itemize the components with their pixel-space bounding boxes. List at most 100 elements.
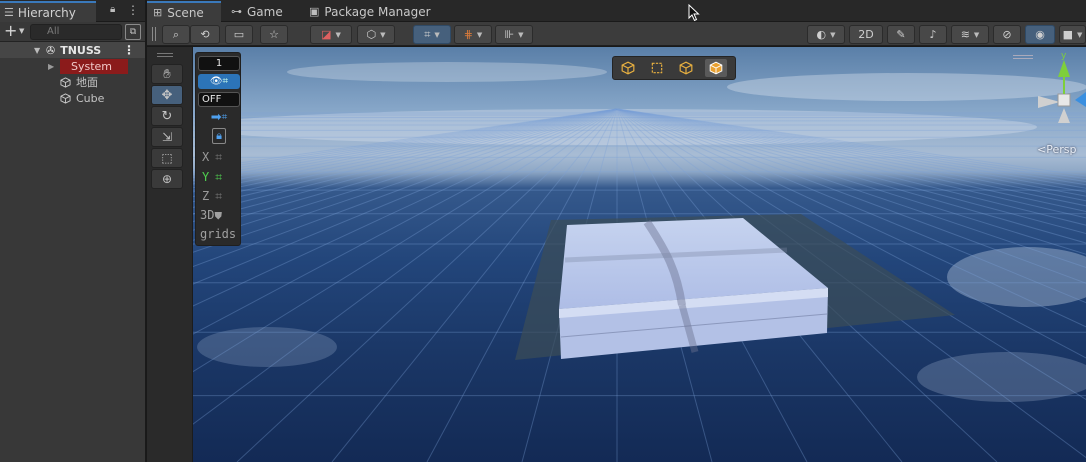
cube-icon: [679, 61, 693, 75]
grid-lock-button[interactable]: 🔒︎: [198, 127, 240, 144]
video-camera-icon: ■: [1062, 28, 1073, 41]
view-tool-button[interactable]: ⌕: [162, 25, 190, 44]
hierarchy-item-label: Cube: [76, 91, 105, 105]
lighting-toggle-button[interactable]: ✎: [887, 25, 915, 44]
wire-cube-button[interactable]: [675, 59, 697, 77]
tab-package-manager[interactable]: ▣ Package Manager: [303, 1, 443, 22]
more-options-icon[interactable]: ⋮: [127, 3, 139, 17]
cube-solid-icon: [709, 61, 723, 75]
audio-toggle-button[interactable]: ♪: [919, 25, 947, 44]
orbit-tool-button[interactable]: ⟲: [190, 25, 220, 44]
cube-icon: [621, 61, 635, 75]
solid-cube-button[interactable]: [705, 59, 727, 77]
hierarchy-tab-bar: ☰ Hierarchy 🔒︎ ⋮: [0, 0, 145, 22]
chevron-down-icon: ▼: [830, 30, 836, 39]
grid-3d-label[interactable]: 3D⛊: [200, 208, 222, 222]
hidden-objects-button[interactable]: ⊘: [993, 25, 1021, 44]
chevron-down-icon: ▼: [973, 30, 980, 39]
rect-select-icon: [651, 62, 663, 74]
axis-z-row[interactable]: Z ⌗: [202, 188, 240, 204]
hierarchy-item-cube[interactable]: Cube: [0, 90, 145, 106]
hierarchy-toolbar: + ▼ ⌕ All ⧉: [0, 22, 145, 42]
move-tool-button[interactable]: ✥: [151, 85, 183, 105]
snap-toggle[interactable]: OFF: [198, 92, 240, 107]
push-to-grid-button[interactable]: ➡ ⌗: [198, 110, 240, 125]
snap-increment-field[interactable]: 1: [198, 56, 240, 71]
grid-icon: ⌗: [215, 188, 222, 203]
scene-root-row[interactable]: ▼ ✇ TNUSS ⋮: [0, 42, 145, 58]
hand-tool-button[interactable]: ✋︎: [151, 64, 183, 84]
rect-view-button[interactable]: [646, 59, 668, 77]
chevron-down-icon: ▼: [434, 30, 440, 39]
scene-viewport[interactable]: y ✋︎ ✥ ↻ ⇲ ⬚ ⊕ 1 👁︎ ⌗ OFF ➡ ⌗ 🔒︎ X ⌗ Y ⌗…: [147, 47, 1086, 462]
chevron-down-icon: ▼: [476, 30, 483, 39]
grid-snap-button[interactable]: ⌗ ▼: [413, 25, 451, 44]
shading-mode-button[interactable]: ◐ ▼: [807, 25, 845, 44]
search-input[interactable]: All: [30, 24, 122, 40]
hierarchy-item-label: System: [60, 58, 128, 74]
snap-increment-button[interactable]: ⋕ ▼: [454, 25, 492, 44]
toolbar-grip[interactable]: [152, 27, 156, 41]
ruler-button[interactable]: ⊪ ▼: [495, 25, 533, 44]
rect-icon: ⬚: [161, 151, 173, 165]
gizmo-grip[interactable]: [1013, 55, 1033, 59]
audio-mute-icon: ♪: [929, 28, 937, 41]
tab-game[interactable]: ⊶ Game: [225, 1, 301, 22]
chevron-down-icon[interactable]: ▼: [19, 27, 24, 35]
tab-hierarchy[interactable]: ☰ Hierarchy: [0, 1, 96, 22]
effects-button[interactable]: ≋ ▼: [951, 25, 989, 44]
mouse-cursor-icon: [688, 4, 700, 22]
camera-settings-button[interactable]: ■ ▼: [1059, 25, 1086, 44]
axis-x-row[interactable]: X ⌗: [202, 149, 240, 165]
transform-tool-button[interactable]: ⊕: [151, 169, 183, 189]
scene-world: y: [147, 51, 1086, 462]
scene-visibility-icon[interactable]: ⧉: [125, 24, 141, 40]
ruler-icon: ⊪: [504, 28, 515, 41]
favorite-button[interactable]: ☆: [260, 25, 288, 44]
camera-icon: ▭: [233, 28, 245, 41]
projection-label[interactable]: <Persp: [1037, 143, 1076, 156]
arrow-right-icon: ➡: [210, 110, 222, 125]
move-arrows-icon: ✥: [161, 87, 173, 103]
expand-arrow-icon[interactable]: ▼: [34, 46, 46, 55]
lightbulb-icon: ✎: [896, 28, 906, 41]
tab-scene-label: Scene: [167, 5, 204, 20]
tab-package-manager-label: Package Manager: [324, 4, 431, 19]
pivot-button[interactable]: ⬡ ▼: [357, 25, 395, 44]
grid-icon: ⌗: [221, 112, 228, 123]
axis-y-row[interactable]: Y ⌗: [202, 169, 240, 185]
scene-toolbar: ⌕ ⟲ ▭ ☆ ◪ ▼ ⬡ ▼ ⌗ ▼ ⋕ ▼ ⊪ ▼ ◐ ▼ 2D ✎ ♪ ≋ ▼ ⊘ ◉ …: [147, 22, 1086, 46]
perspective-icon: <: [1037, 143, 1047, 156]
tab-scene[interactable]: ⊞ Scene: [147, 1, 221, 22]
shading-sphere-icon: ◐: [816, 28, 827, 41]
orbit-icon: ⟲: [200, 28, 210, 41]
scale-tool-button[interactable]: ⇲: [151, 127, 183, 147]
grid-visibility-toggle[interactable]: 👁︎ ⌗: [198, 74, 240, 89]
axis-x-label: X: [202, 150, 210, 164]
visibility-toggle-button[interactable]: ◉: [1025, 25, 1055, 44]
view-options-overlay: [612, 56, 736, 80]
cube-view-button[interactable]: [617, 59, 639, 77]
tool-handle-button[interactable]: ◪ ▼: [310, 25, 352, 44]
collapse-arrow-icon[interactable]: ▶: [48, 62, 60, 71]
package-icon: ▣: [309, 5, 320, 18]
more-options-icon[interactable]: ⋮: [123, 43, 135, 57]
lock-icon: 🔒︎: [212, 127, 226, 144]
camera-button[interactable]: ▭: [225, 25, 253, 44]
mode-2d-button[interactable]: 2D: [849, 25, 883, 44]
search-icon: ⌕: [172, 27, 180, 41]
gameobject-icon: [60, 92, 71, 104]
hierarchy-item-ground[interactable]: 地面: [0, 74, 145, 90]
transform-handle-icon: ◪: [321, 28, 332, 41]
axis-y-label: Y: [202, 170, 210, 184]
hierarchy-item-label: 地面: [76, 76, 98, 89]
overlay-grip[interactable]: [157, 53, 173, 57]
rect-tool-button[interactable]: ⬚: [151, 148, 183, 168]
tools-overlay: ✋︎ ✥ ↻ ⇲ ⬚ ⊕: [147, 47, 193, 462]
lock-icon[interactable]: 🔒︎: [110, 4, 115, 15]
star-icon: ☆: [269, 28, 279, 41]
rotate-tool-button[interactable]: ↻: [151, 106, 183, 126]
scene-name: TNUSS: [60, 43, 102, 57]
add-button[interactable]: +: [4, 22, 17, 40]
hierarchy-item-system[interactable]: ▶ System: [0, 58, 145, 74]
